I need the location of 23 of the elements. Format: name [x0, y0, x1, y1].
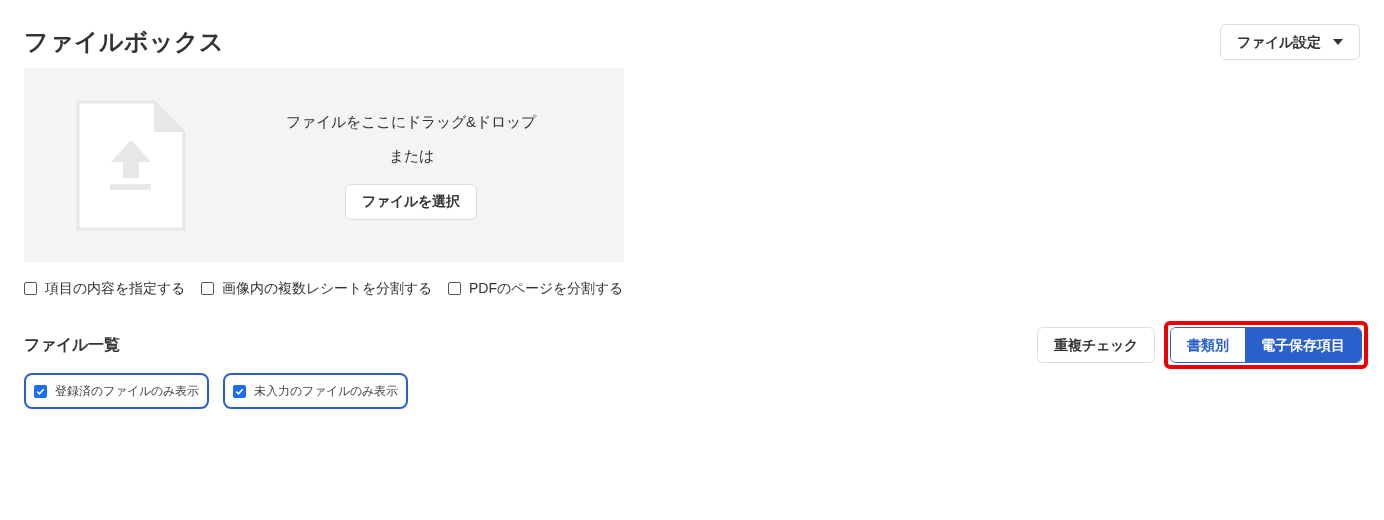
file-settings-button[interactable]: ファイル設定	[1220, 24, 1360, 60]
file-upload-icon	[76, 99, 186, 231]
section-heading: ファイル一覧	[24, 335, 120, 355]
select-file-button[interactable]: ファイルを選択	[345, 183, 477, 220]
dropzone[interactable]: ファイルをここにドラッグ&ドロップ または ファイルを選択	[24, 68, 624, 262]
checkbox[interactable]	[34, 384, 47, 398]
filter-toggle[interactable]: 未入力のファイルのみ表示	[223, 373, 408, 409]
filter-toggle[interactable]: 登録済のファイルのみ表示	[24, 373, 209, 409]
caret-icon	[1333, 39, 1343, 45]
filter-label: 登録済のファイルのみ表示	[55, 383, 199, 400]
drop-message: ファイルをここにドラッグ&ドロップ	[286, 111, 536, 132]
checkbox[interactable]	[233, 384, 246, 398]
option-label: 画像内の複数レシートを分割する	[222, 279, 432, 298]
or-text: または	[388, 146, 434, 166]
checkbox[interactable]	[201, 282, 214, 295]
page-title: ファイルボックス	[24, 27, 224, 57]
checkbox[interactable]	[24, 282, 37, 295]
duplicate-check-button[interactable]: 重複チェック	[1037, 327, 1155, 363]
option-label: 項目の内容を指定する	[45, 279, 185, 298]
view-tab[interactable]: 電子保存項目	[1245, 328, 1361, 362]
filter-label: 未入力のファイルのみ表示	[254, 383, 398, 400]
checkbox[interactable]	[448, 282, 461, 295]
option-label: PDFのページを分割する	[469, 279, 623, 298]
